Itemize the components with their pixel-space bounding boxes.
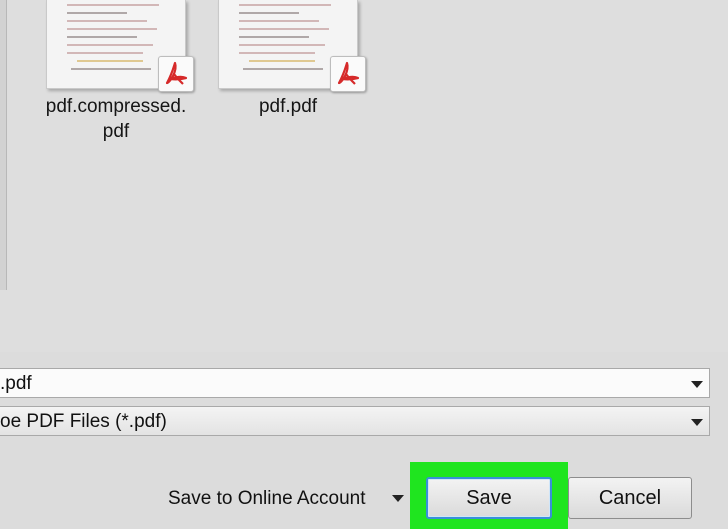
chevron-down-icon[interactable]	[691, 419, 703, 426]
file-browser-pane: pdf.compressed. pdf pdf.pdf	[0, 0, 728, 352]
cancel-button[interactable]: Cancel	[568, 477, 692, 519]
pdf-file-icon	[330, 56, 366, 92]
chevron-down-icon[interactable]	[691, 381, 703, 388]
scrollbar[interactable]	[0, 0, 7, 290]
file-name-label: pdf.compressed. pdf	[45, 96, 187, 142]
save-to-online-account-button[interactable]: Save to Online Account	[168, 485, 366, 513]
file-type-value: oe PDF Files (*.pdf)	[0, 411, 167, 432]
save-button[interactable]: Save	[426, 477, 552, 519]
pdf-file-icon	[158, 56, 194, 92]
file-type-dropdown[interactable]: oe PDF Files (*.pdf)	[0, 406, 710, 436]
file-name-label: pdf.pdf	[258, 96, 318, 117]
file-name-value[interactable]: .pdf	[0, 369, 32, 399]
file-name-combobox[interactable]: .pdf	[0, 368, 710, 398]
chevron-down-icon[interactable]	[392, 495, 404, 502]
